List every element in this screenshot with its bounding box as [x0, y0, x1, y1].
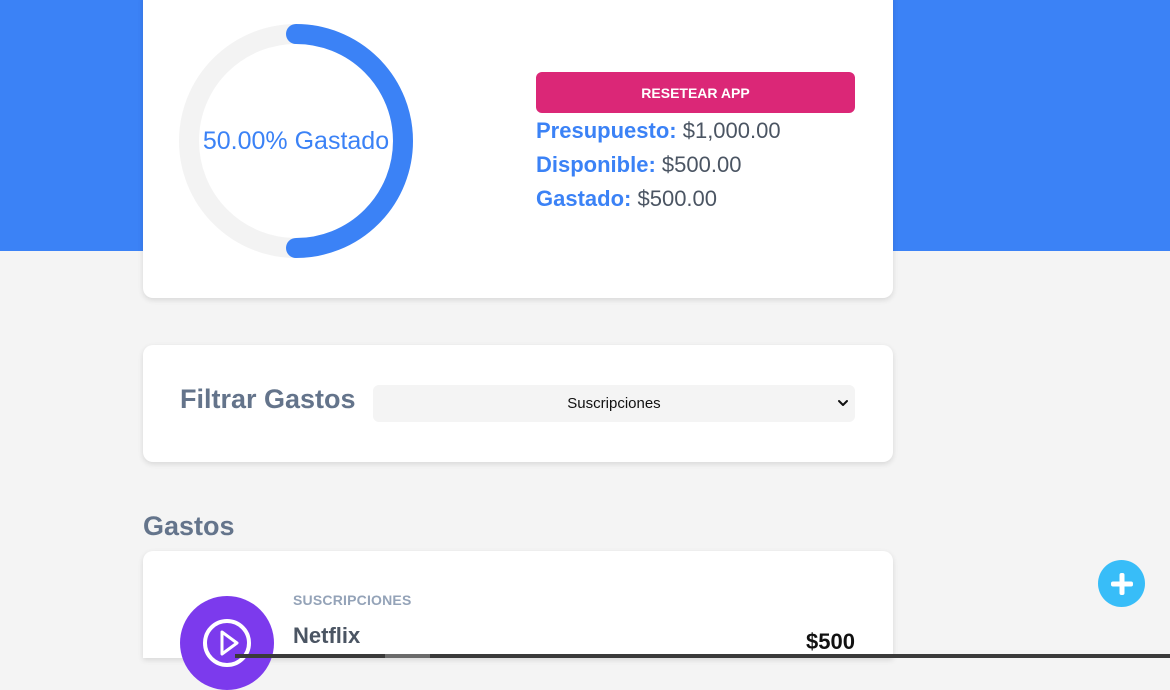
percent-spent-label: 50.00% Gastado — [202, 126, 390, 155]
stat-budget: Presupuesto: $1,000.00 — [536, 114, 866, 148]
budget-card: 50.00% Gastado RESETEAR APP Presupuesto:… — [143, 0, 893, 298]
stat-available: Disponible: $500.00 — [536, 148, 866, 182]
play-circle-icon — [203, 619, 251, 667]
stat-spent-value: $500.00 — [637, 186, 718, 211]
expense-amount: $500 — [806, 629, 855, 654]
expense-category: SUSCRIPCIONES — [293, 592, 412, 608]
expenses-title: Gastos — [143, 511, 235, 541]
category-filter-select[interactable]: Suscripciones — [373, 385, 855, 422]
subscriptions-play-icon — [180, 596, 274, 690]
expense-item[interactable]: SUSCRIPCIONES Netflix $500 — [143, 551, 893, 690]
expense-name: Netflix — [293, 623, 361, 648]
stat-budget-value: $1,000.00 — [682, 118, 781, 143]
stat-budget-label: Presupuesto: — [536, 118, 677, 143]
budget-progress-circle: 50.00% Gastado — [179, 24, 413, 258]
stat-available-label: Disponible: — [536, 152, 656, 177]
bottom-bar — [235, 654, 1170, 658]
chevron-down-icon — [838, 400, 848, 406]
reset-app-button[interactable]: RESETEAR APP — [536, 72, 855, 113]
filter-card: Filtrar Gastos Suscripciones — [143, 345, 893, 462]
stat-spent: Gastado: $500.00 — [536, 182, 866, 216]
add-expense-button[interactable] — [1098, 560, 1145, 607]
filter-selected-option: Suscripciones — [567, 395, 661, 412]
plus-icon — [1110, 572, 1133, 595]
budget-stats: Presupuesto: $1,000.00 Disponible: $500.… — [536, 114, 866, 216]
stat-spent-label: Gastado: — [536, 186, 632, 211]
filter-label: Filtrar Gastos — [180, 384, 356, 414]
bottom-bar-segment — [385, 654, 430, 658]
stat-available-value: $500.00 — [661, 152, 742, 177]
